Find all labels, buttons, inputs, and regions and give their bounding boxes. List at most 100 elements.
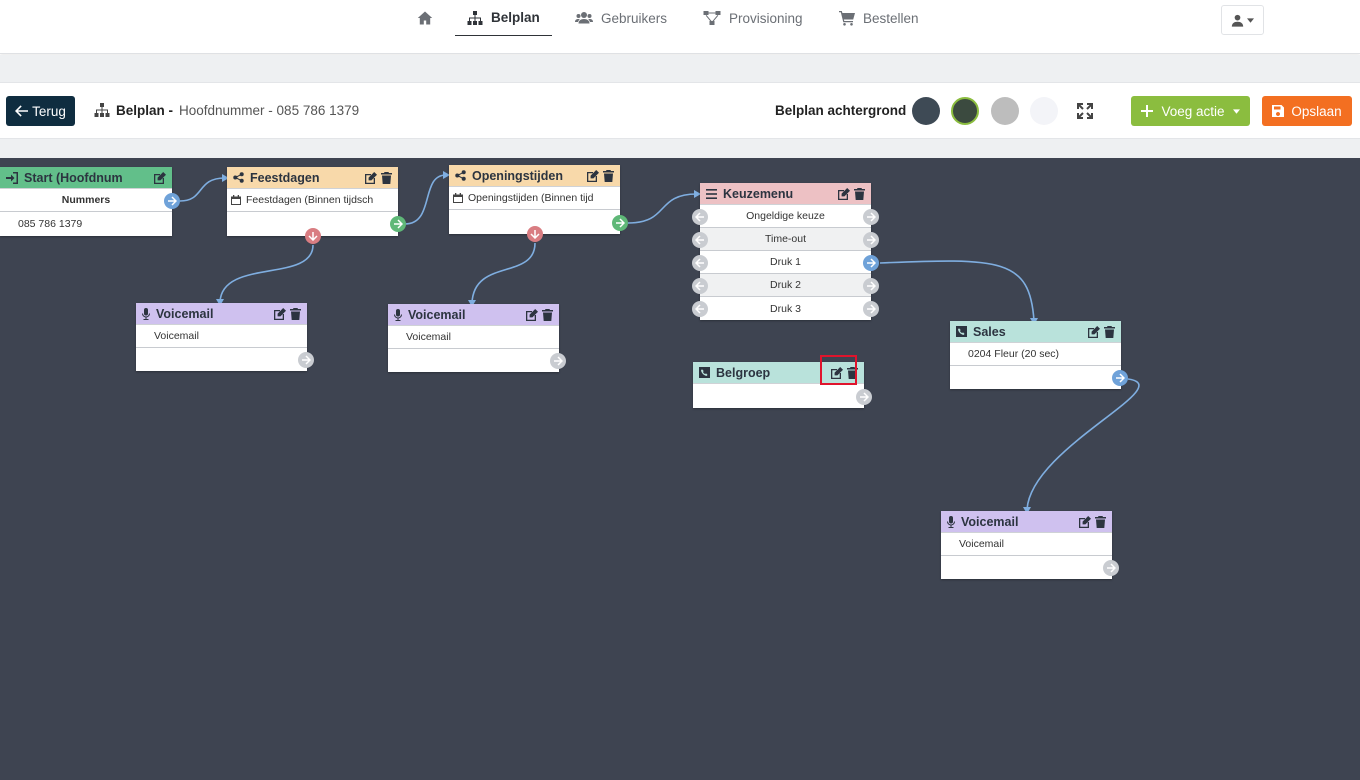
node-voicemail-3-header[interactable]: Voicemail bbox=[941, 511, 1112, 533]
trash-icon[interactable] bbox=[854, 187, 865, 200]
nav-gebruikers[interactable]: Gebruikers bbox=[575, 0, 667, 36]
node-feestdagen[interactable]: Feestdagen Feestdagen (Binnen tijdsch bbox=[227, 167, 406, 244]
link-feestdagen-openingstijden bbox=[404, 174, 447, 225]
output-port-active[interactable] bbox=[863, 255, 879, 271]
users-icon bbox=[575, 12, 593, 24]
node-openingstijden[interactable]: Openingstijden Openingstijden (Binnen ti… bbox=[449, 165, 628, 242]
trash-icon[interactable] bbox=[603, 169, 614, 182]
node-openingstijden-header[interactable]: Openingstijden bbox=[449, 165, 620, 187]
output-port-red[interactable] bbox=[527, 226, 543, 242]
phone-square-icon bbox=[699, 367, 710, 378]
flow-canvas[interactable]: Start (Hoofdnum Nummers 085 786 1379 Fee… bbox=[0, 158, 1360, 780]
trash-icon[interactable] bbox=[381, 171, 392, 184]
edit-icon[interactable] bbox=[154, 171, 166, 184]
menu-option-druk-1: Druk 1 bbox=[700, 251, 871, 274]
node-start[interactable]: Start (Hoofdnum Nummers 085 786 1379 bbox=[0, 167, 180, 236]
node-voicemail-1-output bbox=[136, 348, 307, 370]
save-button[interactable]: Opslaan bbox=[1262, 96, 1352, 126]
edit-icon[interactable] bbox=[1088, 325, 1100, 338]
output-port-green[interactable] bbox=[390, 216, 406, 232]
node-sales-header[interactable]: Sales bbox=[950, 321, 1121, 343]
input-port[interactable] bbox=[692, 232, 708, 248]
background-swatch-light[interactable] bbox=[1030, 97, 1058, 125]
output-port-active[interactable] bbox=[1112, 370, 1128, 386]
node-sales[interactable]: Sales 0204 Fleur (20 sec) bbox=[950, 321, 1128, 389]
node-voicemail-3[interactable]: Voicemail Voicemail bbox=[941, 511, 1119, 579]
trash-icon[interactable] bbox=[1104, 325, 1115, 338]
edit-icon[interactable] bbox=[587, 169, 599, 182]
output-port-red[interactable] bbox=[305, 228, 321, 244]
input-port[interactable] bbox=[692, 278, 708, 294]
save-button-label: Opslaan bbox=[1291, 103, 1342, 119]
output-port[interactable] bbox=[863, 232, 879, 248]
background-swatch-grey[interactable] bbox=[991, 97, 1019, 125]
node-voicemail-3-row: Voicemail bbox=[941, 533, 1112, 556]
output-port[interactable] bbox=[863, 209, 879, 225]
node-start-row-number: 085 786 1379 bbox=[18, 217, 83, 230]
node-feestdagen-title: Feestdagen bbox=[250, 170, 320, 185]
trash-icon[interactable] bbox=[290, 307, 301, 320]
home-icon bbox=[417, 11, 433, 25]
menu-option-druk-2: Druk 2 bbox=[700, 274, 871, 297]
edit-icon[interactable] bbox=[838, 187, 850, 200]
node-belgroep-title: Belgroep bbox=[716, 365, 771, 380]
input-port[interactable] bbox=[692, 209, 708, 225]
user-menu-button[interactable] bbox=[1221, 5, 1264, 35]
edit-icon[interactable] bbox=[365, 171, 377, 184]
output-port[interactable] bbox=[856, 389, 872, 405]
microphone-icon bbox=[142, 307, 150, 320]
node-start-row-nummers: Nummers bbox=[0, 189, 172, 212]
menu-option-ongeldige-keuze: Ongeldige keuze bbox=[700, 205, 871, 228]
background-swatch-dark-blue[interactable] bbox=[912, 97, 940, 125]
output-port[interactable] bbox=[863, 278, 879, 294]
nav-belplan[interactable]: Belplan bbox=[455, 0, 552, 36]
input-port[interactable] bbox=[692, 301, 708, 317]
network-icon bbox=[703, 11, 721, 25]
phone-square-icon bbox=[956, 326, 967, 337]
node-sales-title: Sales bbox=[973, 324, 1006, 339]
node-feestdagen-row: Feestdagen (Binnen tijdsch bbox=[227, 189, 398, 212]
output-port[interactable] bbox=[550, 353, 566, 369]
node-start-header[interactable]: Start (Hoofdnum bbox=[0, 167, 172, 189]
node-keuzemenu-header[interactable]: Keuzemenu bbox=[700, 183, 871, 205]
edit-icon[interactable] bbox=[274, 307, 286, 320]
calendar-icon bbox=[453, 193, 463, 203]
node-voicemail-1-header[interactable]: Voicemail bbox=[136, 303, 307, 325]
nav-home[interactable] bbox=[417, 0, 433, 36]
nav-provisioning[interactable]: Provisioning bbox=[703, 0, 803, 36]
node-voicemail-3-output bbox=[941, 556, 1112, 578]
input-port[interactable] bbox=[692, 255, 708, 271]
link-openingstijden-voicemail2 bbox=[471, 242, 536, 304]
add-action-button[interactable]: Voeg actie bbox=[1131, 96, 1250, 126]
microphone-icon bbox=[394, 308, 402, 321]
output-port[interactable] bbox=[863, 301, 879, 317]
link-openingstijden-keuzemenu bbox=[627, 193, 698, 224]
sitemap-icon bbox=[467, 10, 483, 25]
edit-icon[interactable] bbox=[526, 308, 538, 321]
link-druk1-sales bbox=[879, 260, 1035, 322]
nav-bestellen[interactable]: Bestellen bbox=[839, 0, 919, 36]
trash-icon[interactable] bbox=[542, 308, 553, 321]
edit-icon[interactable] bbox=[1079, 515, 1091, 528]
node-keuzemenu[interactable]: Keuzemenu Ongeldige keuze Time-out Druk … bbox=[692, 183, 879, 320]
expand-icon[interactable] bbox=[1075, 101, 1095, 121]
share-icon bbox=[233, 172, 244, 183]
user-icon bbox=[1231, 14, 1244, 27]
node-feestdagen-header[interactable]: Feestdagen bbox=[227, 167, 398, 189]
nav-bestellen-label: Bestellen bbox=[863, 10, 919, 26]
connection-lines bbox=[179, 171, 1140, 514]
background-swatch-dark-green[interactable] bbox=[951, 97, 979, 125]
output-port-green[interactable] bbox=[612, 215, 628, 231]
node-voicemail-1[interactable]: Voicemail Voicemail bbox=[136, 303, 314, 371]
output-port[interactable] bbox=[1103, 560, 1119, 576]
node-voicemail-1-row: Voicemail bbox=[136, 325, 307, 348]
output-port[interactable] bbox=[298, 352, 314, 368]
output-port[interactable] bbox=[164, 193, 180, 209]
back-button[interactable]: Terug bbox=[6, 96, 75, 126]
node-voicemail-2-header[interactable]: Voicemail bbox=[388, 304, 559, 326]
node-voicemail-2-output bbox=[388, 349, 559, 371]
plus-icon bbox=[1141, 105, 1154, 117]
node-voicemail-2[interactable]: Voicemail Voicemail bbox=[388, 304, 566, 372]
cart-icon bbox=[839, 11, 855, 26]
trash-icon[interactable] bbox=[1095, 515, 1106, 528]
